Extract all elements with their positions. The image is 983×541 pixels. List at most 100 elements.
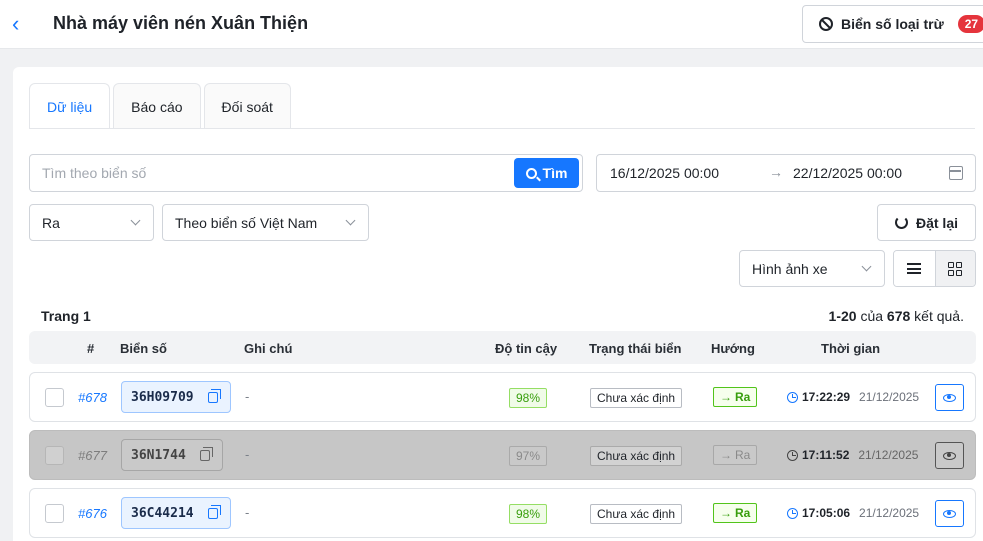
direction-value: Ra xyxy=(42,214,60,231)
direction-label: Ra xyxy=(735,506,751,520)
image-view-select[interactable]: Hình ảnh xe xyxy=(739,250,885,287)
clock-icon xyxy=(787,391,798,403)
plate-type-select[interactable]: Theo biển số Việt Nam xyxy=(162,204,369,241)
plate-number: 36H09709 xyxy=(131,389,194,405)
copy-icon[interactable] xyxy=(207,505,221,519)
col-time: Thời gian xyxy=(821,341,881,356)
result-suffix: kết quả. xyxy=(914,308,964,324)
col-note: Ghi chú xyxy=(244,341,293,356)
tab-report[interactable]: Báo cáo xyxy=(113,83,201,129)
eye-icon xyxy=(943,393,956,402)
list-view-button[interactable] xyxy=(894,251,935,286)
direction-tag: → Ra xyxy=(713,387,758,407)
arrow-right-icon: → xyxy=(720,506,732,520)
row-id[interactable]: #676 xyxy=(78,506,107,521)
view-details-button[interactable] xyxy=(935,500,964,527)
tab-reconcile[interactable]: Đối soát xyxy=(203,83,291,129)
row-time: 17:05:06 21/12/2025 xyxy=(787,506,919,520)
tab-data[interactable]: Dữ liệu xyxy=(29,83,111,129)
excluded-plates-button[interactable]: Biển số loại trừ 27 xyxy=(802,5,983,43)
row-checkbox[interactable] xyxy=(45,388,64,407)
date-to[interactable]: 22/12/2025 00:00 xyxy=(793,165,902,181)
eye-icon xyxy=(943,509,956,518)
row-id[interactable]: #678 xyxy=(78,390,107,405)
col-direction: Hướng xyxy=(711,341,755,356)
confidence-tag: 97% xyxy=(509,446,548,466)
chevron-down-icon xyxy=(345,215,356,226)
page-label: Trang 1 xyxy=(41,308,91,324)
col-index: # xyxy=(87,341,95,356)
time-hm: 17:22:29 xyxy=(802,390,851,404)
calendar-icon xyxy=(949,166,963,180)
view-mode-toggle xyxy=(893,250,976,287)
table-row[interactable]: #678 36H09709 - 98% Chưa xác định → Ra 17… xyxy=(29,372,976,422)
view-details-button[interactable] xyxy=(935,442,964,469)
row-time: 17:22:29 21/12/2025 xyxy=(787,390,919,404)
col-confidence: Độ tin cậy xyxy=(495,341,558,356)
image-view-value: Hình ảnh xe xyxy=(752,260,828,277)
direction-label: Ra xyxy=(735,448,751,462)
col-plate: Biển số xyxy=(120,341,167,356)
ban-icon xyxy=(819,17,833,31)
tab-bar: Dữ liệu Báo cáo Đối soát xyxy=(29,83,291,129)
result-total: 678 xyxy=(886,308,911,324)
page-title: Nhà máy viên nén Xuân Thiện xyxy=(53,13,309,33)
row-note: - xyxy=(245,447,250,462)
result-range: 1-20 xyxy=(828,308,857,324)
plate-type-value: Theo biển số Việt Nam xyxy=(175,214,318,231)
table-header: # Biển số Ghi chú Độ tin cậy Trạng thái … xyxy=(29,331,976,364)
copy-icon[interactable] xyxy=(199,447,213,461)
table-row[interactable]: #677 36N1744 - 97% Chưa xác định → Ra 17:… xyxy=(29,430,976,480)
row-note: - xyxy=(245,505,250,520)
plate-chip: 36H09709 xyxy=(121,381,231,413)
list-icon xyxy=(907,263,922,274)
plate-chip: 36C44214 xyxy=(121,497,231,529)
time-hm: 17:05:06 xyxy=(802,506,851,520)
row-time: 17:11:52 21/12/2025 xyxy=(787,448,918,462)
copy-icon[interactable] xyxy=(207,389,221,403)
eye-icon xyxy=(943,451,956,460)
result-summary: 1-20 của 678 kết quả. xyxy=(829,308,964,324)
row-checkbox[interactable] xyxy=(45,446,64,465)
search-icon xyxy=(525,167,537,179)
confidence-tag: 98% xyxy=(509,504,548,524)
search-box: Tìm xyxy=(29,154,583,192)
row-checkbox[interactable] xyxy=(45,504,64,523)
plate-status-tag: Chưa xác định xyxy=(590,388,683,408)
plate-number: 36C44214 xyxy=(131,505,194,521)
top-bar: ‹ Nhà máy viên nén Xuân Thiện Biển số lo… xyxy=(0,0,983,49)
result-of: của xyxy=(860,308,884,324)
reset-label: Đặt lại xyxy=(915,214,958,231)
direction-select[interactable]: Ra xyxy=(29,204,154,241)
search-button-label: Tìm xyxy=(542,165,568,181)
plate-chip: 36N1744 xyxy=(121,439,223,471)
row-id[interactable]: #677 xyxy=(78,448,107,463)
row-note: - xyxy=(245,389,250,404)
chevron-down-icon xyxy=(130,215,141,226)
table-row[interactable]: #676 36C44214 - 98% Chưa xác định → Ra 17… xyxy=(29,488,976,538)
direction-label: Ra xyxy=(735,390,751,404)
arrow-right-icon: → xyxy=(720,390,732,404)
reload-icon xyxy=(894,216,908,229)
col-plate-status: Trạng thái biển xyxy=(589,341,682,356)
grid-view-button[interactable] xyxy=(934,251,975,286)
reset-button[interactable]: Đặt lại xyxy=(877,204,976,241)
search-input[interactable] xyxy=(30,155,514,191)
tab-divider xyxy=(29,128,975,129)
direction-tag: → Ra xyxy=(713,503,758,523)
excluded-count-badge: 27 xyxy=(957,15,983,33)
time-date: 21/12/2025 xyxy=(859,390,920,404)
arrow-right-icon: → xyxy=(720,448,732,462)
clock-icon xyxy=(787,449,798,461)
clock-icon xyxy=(787,507,798,519)
plate-status-tag: Chưa xác định xyxy=(590,504,683,524)
search-button[interactable]: Tìm xyxy=(514,158,579,188)
back-arrow-icon[interactable]: ‹ xyxy=(12,12,30,36)
plate-number: 36N1744 xyxy=(131,447,186,463)
date-range-picker[interactable]: 16/12/2025 00:00 → 22/12/2025 00:00 xyxy=(596,154,976,192)
view-details-button[interactable] xyxy=(935,384,964,411)
confidence-tag: 98% xyxy=(509,388,548,408)
date-from[interactable]: 16/12/2025 00:00 xyxy=(610,165,719,181)
chevron-down-icon xyxy=(861,261,872,272)
plate-status-tag: Chưa xác định xyxy=(590,446,683,466)
